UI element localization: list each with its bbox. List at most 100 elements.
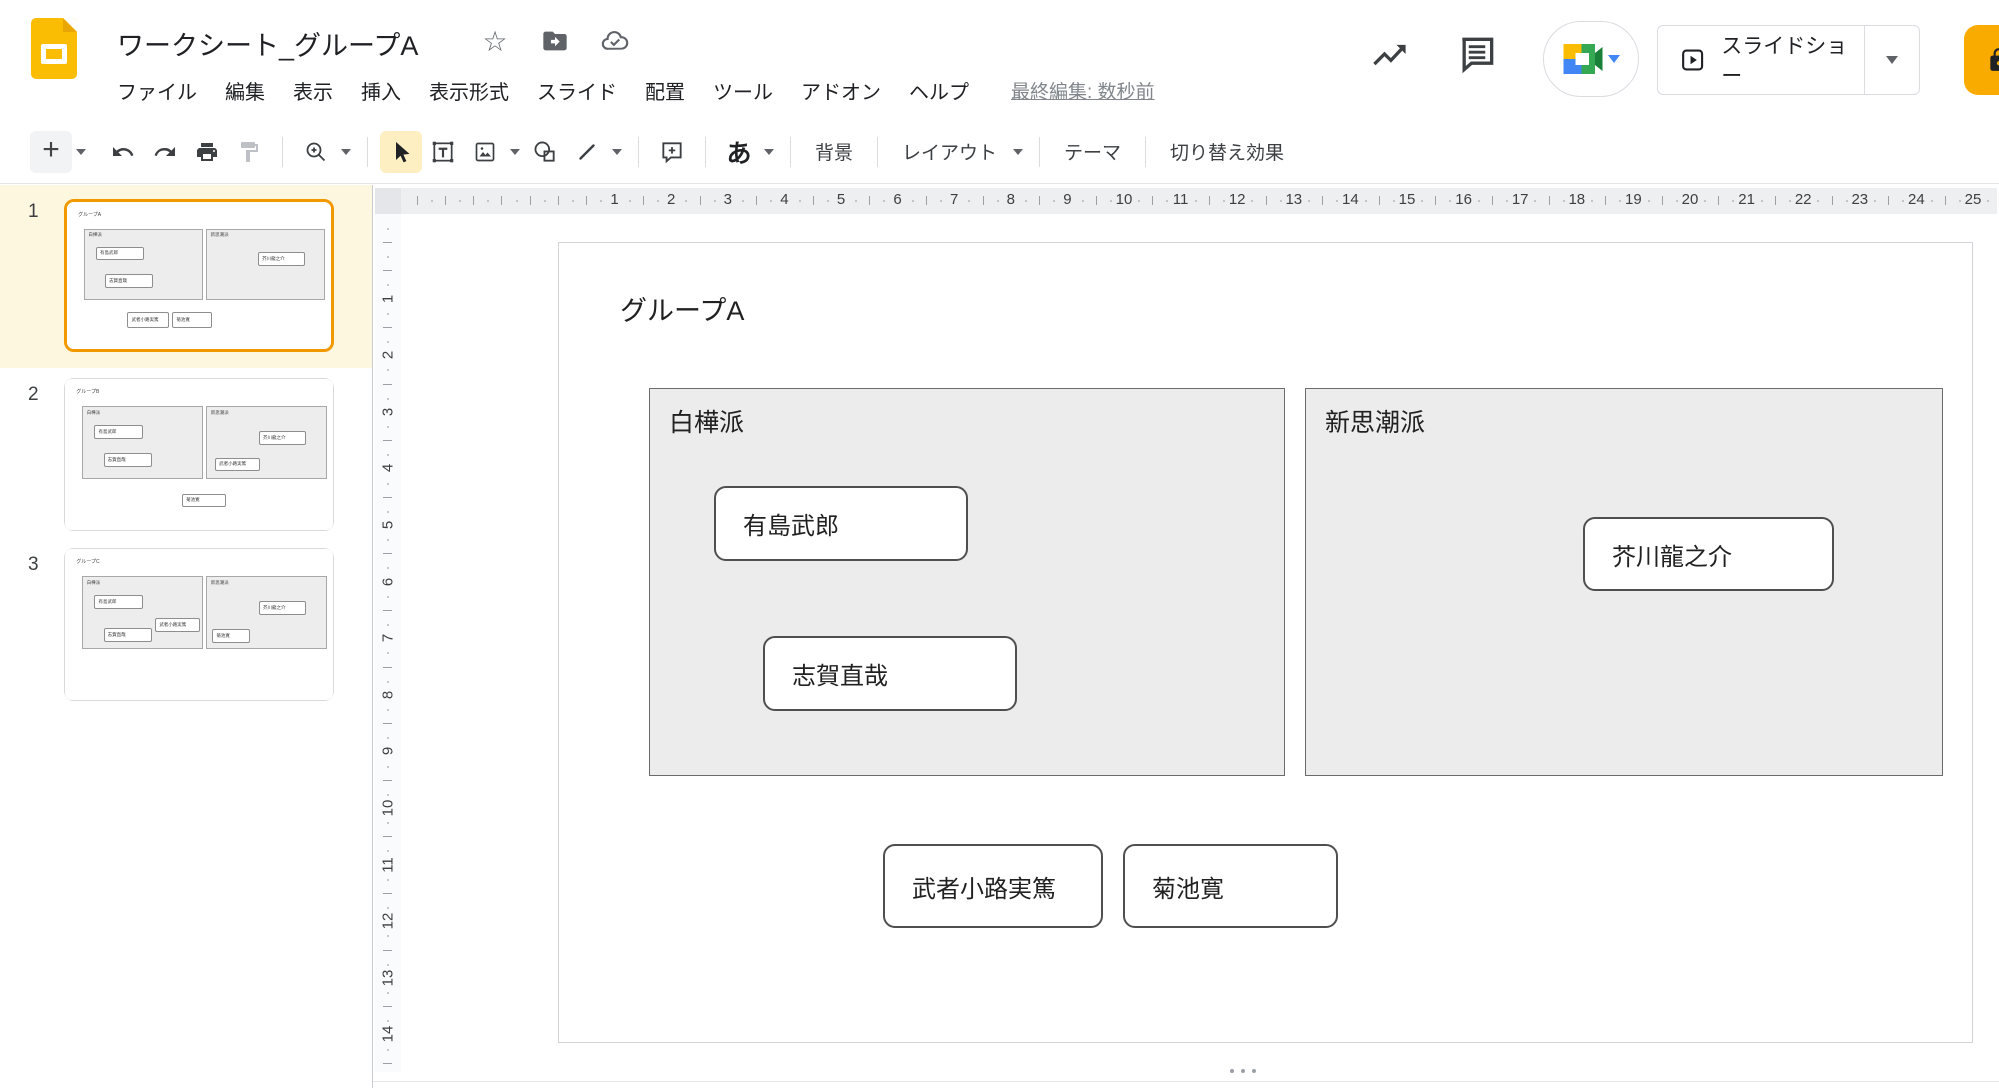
member-box-akutagawa[interactable]: 芥川龍之介 — [1583, 517, 1834, 591]
mini-member-box: 有島武郎 — [96, 247, 144, 261]
share-button[interactable] — [1964, 25, 1999, 95]
meet-dropdown-caret — [1608, 55, 1620, 63]
slides-logo-icon[interactable] — [31, 18, 77, 79]
mini-group-label: 白樺派 — [87, 410, 101, 416]
input-tools-button[interactable]: あ — [718, 131, 760, 173]
menu-arrange[interactable]: 配置 — [631, 72, 699, 109]
menu-format[interactable]: 表示形式 — [415, 72, 523, 109]
zoom-button[interactable] — [295, 131, 337, 173]
new-slide-dropdown[interactable] — [72, 149, 90, 155]
insert-comment-button[interactable] — [651, 131, 693, 173]
image-dropdown[interactable] — [506, 149, 524, 155]
star-icon[interactable]: ☆ — [480, 26, 510, 56]
mini-group-label: 白樺派 — [87, 580, 101, 586]
slide-title-text[interactable]: グループA — [620, 289, 744, 328]
vertical-ruler: 1234567891011121314 — [375, 214, 401, 1072]
document-title[interactable]: ワークシート_グループA — [117, 24, 418, 63]
slide-thumbnail-3[interactable]: グループC 白樺派 新思潮派 有島武郎 武者小路実篤 志賀直哉 芥川龍之介 菊池… — [64, 548, 334, 701]
menu-tools[interactable]: ツール — [699, 72, 787, 109]
group-label: 白樺派 — [669, 403, 744, 439]
mini-slide-title: グループC — [76, 558, 99, 565]
slide-thumbnail-row-2: 2 グループB 白樺派 新思潮派 有島武郎 志賀直哉 芥川龍之介 武者小路実篤 … — [0, 368, 372, 538]
activity-dashboard-icon[interactable] — [1368, 32, 1412, 76]
mini-member-box: 有島武郎 — [94, 425, 142, 439]
horizontal-ruler: 1234567891011121314151617181920212223242… — [401, 188, 1997, 214]
slide-thumbnail-1[interactable]: グループA 白樺派 新思潮派 有島武郎 志賀直哉 芥川龍之介 武者小路実篤 菊池… — [64, 199, 334, 352]
menu-help[interactable]: ヘルプ — [895, 72, 983, 109]
insert-shape-button[interactable] — [524, 131, 566, 173]
slide-thumbnail-row-1: 1 グループA 白樺派 新思潮派 有島武郎 志賀直哉 芥川龍之介 武者小路実篤 … — [0, 185, 372, 368]
mini-group-label: 白樺派 — [88, 232, 102, 238]
cloud-saved-icon[interactable] — [600, 26, 630, 56]
member-box-mushanokoji[interactable]: 武者小路実篤 — [883, 844, 1103, 928]
slide-number: 2 — [28, 384, 39, 406]
group-label: 新思潮派 — [1325, 403, 1425, 439]
mini-group-label: 新思潮派 — [211, 410, 229, 416]
slideshow-label: スライドショー — [1721, 30, 1864, 90]
member-box-shiga[interactable]: 志賀直哉 — [763, 636, 1017, 711]
menu-bar: ファイル 編集 表示 挿入 表示形式 スライド 配置 ツール アドオン ヘルプ … — [103, 72, 1155, 109]
member-box-arishima[interactable]: 有島武郎 — [714, 486, 968, 561]
group-box-shirakaba[interactable]: 白樺派 — [649, 388, 1285, 776]
menu-addons[interactable]: アドオン — [787, 72, 895, 109]
ruler-corner — [375, 188, 401, 214]
mini-member-box: 武者小路実篤 — [155, 618, 200, 632]
menu-insert[interactable]: 挿入 — [347, 72, 415, 109]
slide-thumbnail-row-3: 3 グループC 白樺派 新思潮派 有島武郎 武者小路実篤 志賀直哉 芥川龍之介 … — [0, 538, 372, 708]
new-slide-button[interactable]: + — [30, 131, 72, 173]
mini-member-box: 志賀直哉 — [104, 628, 152, 642]
mini-member-box: 有島武郎 — [94, 595, 142, 609]
move-folder-icon[interactable] — [540, 26, 570, 56]
titlebar: ワークシート_グループA ☆ ファイル 編集 表示 挿入 表示形式 スライド 配… — [0, 0, 1999, 120]
mini-member-box: 武者小路実篤 — [127, 312, 168, 327]
line-dropdown[interactable] — [608, 149, 626, 155]
mini-member-box: 志賀直哉 — [104, 453, 152, 467]
slide-thumbnail-2[interactable]: グループB 白樺派 新思潮派 有島武郎 志賀直哉 芥川龍之介 武者小路実篤 菊池… — [64, 378, 334, 531]
background-button[interactable]: 背景 — [803, 130, 865, 173]
logo-page — [41, 44, 67, 64]
member-box-kikuchi[interactable]: 菊池寛 — [1123, 844, 1338, 928]
mini-member-box: 菊池寛 — [212, 629, 250, 643]
slideshow-button[interactable]: スライドショー — [1657, 25, 1920, 95]
mini-member-box: 芥川龍之介 — [259, 431, 306, 445]
transition-button[interactable]: 切り替え効果 — [1158, 130, 1296, 173]
meet-icon — [1562, 42, 1604, 76]
mini-group-label: 新思潮派 — [211, 232, 229, 238]
mini-slide-title: グループA — [78, 211, 101, 218]
present-icon — [1680, 47, 1705, 73]
layout-button[interactable]: レイアウト — [890, 130, 1009, 173]
paint-format-button[interactable] — [228, 131, 270, 173]
meet-button[interactable] — [1543, 21, 1639, 97]
mini-member-box: 菊池寛 — [172, 312, 212, 327]
mini-member-box: 芥川龍之介 — [258, 252, 305, 266]
zoom-dropdown[interactable] — [337, 149, 355, 155]
layout-dropdown[interactable] — [1009, 149, 1027, 155]
lock-icon — [1986, 45, 1999, 75]
canvas-bottom-divider — [373, 1081, 1999, 1082]
input-tools-dropdown[interactable] — [760, 149, 778, 155]
comments-icon[interactable] — [1455, 32, 1499, 76]
redo-button[interactable] — [144, 131, 186, 173]
mini-member-box: 芥川龍之介 — [259, 601, 306, 615]
filmstrip-panel: 1 グループA 白樺派 新思潮派 有島武郎 志賀直哉 芥川龍之介 武者小路実篤 … — [0, 185, 373, 1088]
insert-line-button[interactable] — [566, 131, 608, 173]
mini-slide-title: グループB — [76, 388, 99, 395]
menu-view[interactable]: 表示 — [279, 72, 347, 109]
insert-image-button[interactable] — [464, 131, 506, 173]
slide-canvas[interactable]: グループA 白樺派 新思潮派 有島武郎 志賀直哉 芥川龍之介 武者小路実篤 菊池… — [558, 242, 1973, 1043]
text-box-button[interactable] — [422, 131, 464, 173]
theme-button[interactable]: テーマ — [1052, 130, 1133, 173]
slideshow-dropdown[interactable] — [1865, 26, 1919, 94]
menu-file[interactable]: ファイル — [103, 72, 211, 109]
last-edit-link[interactable]: 最終編集: 数秒前 — [1011, 77, 1155, 104]
menu-edit[interactable]: 編集 — [211, 72, 279, 109]
undo-button[interactable] — [102, 131, 144, 173]
drag-handle-dots[interactable] — [1230, 1069, 1256, 1073]
select-tool-button[interactable] — [380, 131, 422, 173]
slide-number: 3 — [28, 554, 39, 576]
mini-group-label: 新思潮派 — [211, 580, 229, 586]
menu-slide[interactable]: スライド — [523, 72, 631, 109]
mini-member-box: 志賀直哉 — [105, 274, 153, 288]
print-button[interactable] — [186, 131, 228, 173]
logo-fold — [63, 18, 77, 32]
